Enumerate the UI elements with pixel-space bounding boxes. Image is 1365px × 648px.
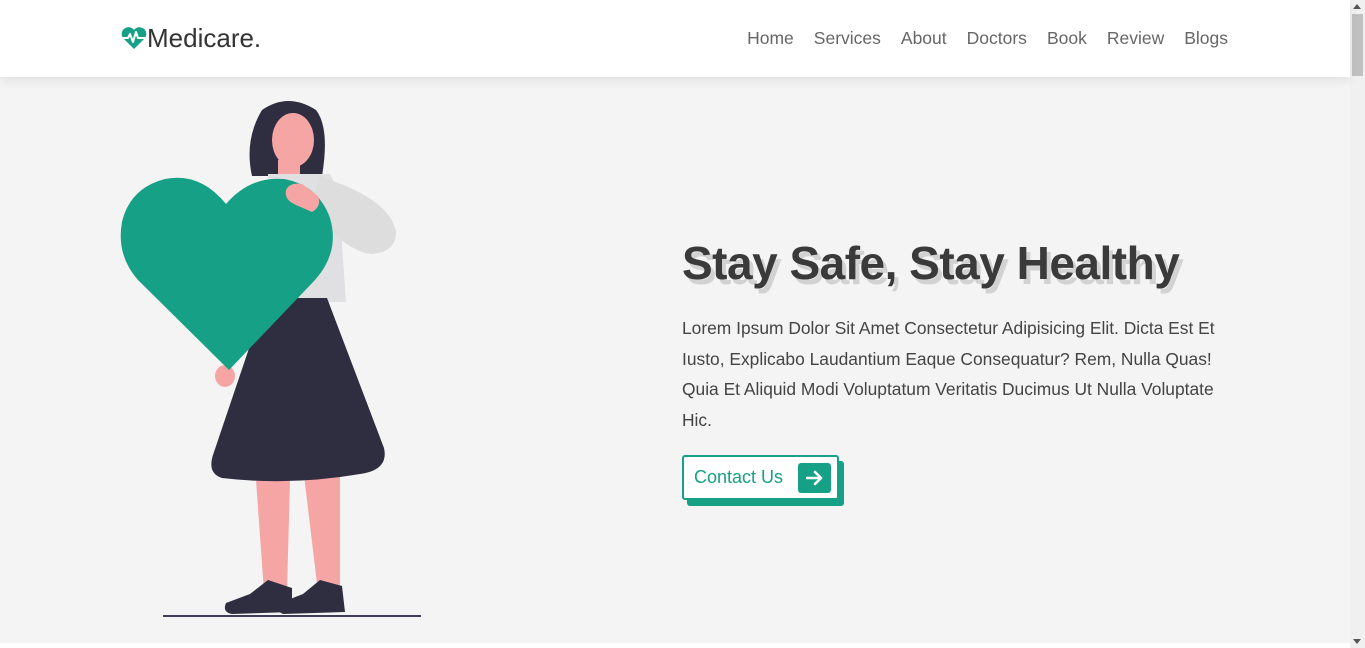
nav-blogs[interactable]: Blogs [1184,28,1228,48]
woman-holding-heart-illustration [118,98,424,620]
scroll-down-icon[interactable] [1353,639,1361,644]
vertical-scrollbar[interactable] [1350,0,1365,648]
nav-services[interactable]: Services [814,28,881,48]
nav-review[interactable]: Review [1107,28,1164,48]
heart-pulse-icon [120,26,148,50]
contact-us-button[interactable]: Contact Us [682,455,839,500]
brand-name: Medicare. [147,22,262,53]
scrollbar-thumb[interactable] [1352,14,1363,76]
hero-content: Stay Safe, Stay Healthy Lorem Ipsum Dolo… [682,236,1230,435]
main-nav: Home Services About Doctors Book Review … [747,28,1228,48]
nav-about[interactable]: About [901,28,947,48]
arrow-right-icon [798,463,831,493]
nav-home[interactable]: Home [747,28,794,48]
nav-doctors[interactable]: Doctors [967,28,1027,48]
scroll-up-icon[interactable] [1353,4,1361,9]
nav-book[interactable]: Book [1047,28,1087,48]
hero-title: Stay Safe, Stay Healthy [682,237,1180,289]
contact-button-wrapper: Contact Us [682,455,844,506]
section-divider [0,643,1350,648]
brand-logo[interactable]: Medicare. [120,22,261,54]
hero-description: Lorem Ipsum Dolor Sit Amet Consectetur A… [682,318,1215,430]
contact-us-label: Contact Us [694,467,784,487]
site-header: Medicare. Home Services About Doctors Bo… [0,0,1350,77]
